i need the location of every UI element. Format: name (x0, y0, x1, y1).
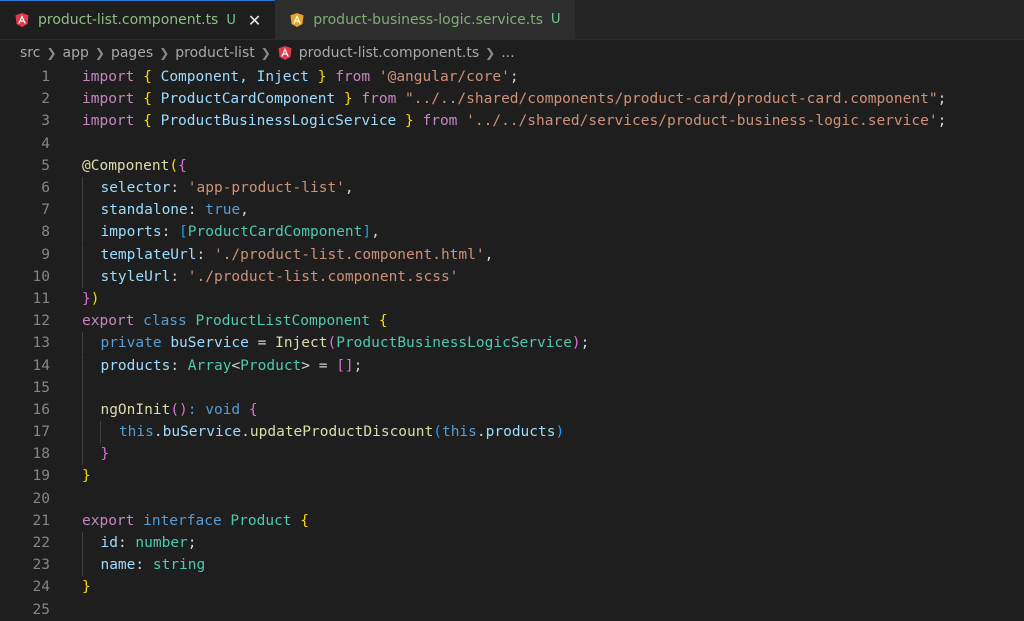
code-line: 18 } (0, 443, 1024, 466)
line-number: 20 (32, 490, 50, 507)
code-line: 16 ngOnInit(): void { (0, 398, 1024, 421)
breadcrumb-file[interactable]: product-list.component.ts (277, 45, 479, 61)
tab-label: product-list.component.ts (38, 12, 219, 28)
tab-product-business-logic-service[interactable]: product-business-logic.service.ts U (275, 0, 575, 39)
line-number: 7 (41, 202, 50, 219)
line-number: 14 (32, 357, 50, 374)
angular-icon (278, 46, 292, 60)
breadcrumb-src[interactable]: src (20, 45, 40, 61)
code-line: 5 @Component({ (0, 155, 1024, 177)
line-number: 4 (41, 135, 50, 152)
code-line: 14 products: Array<Product> = []; (0, 354, 1024, 377)
line-number: 18 (32, 446, 50, 463)
code-text: imports: [ProductCardComponent], (82, 221, 380, 244)
code-line: 13 private buService = Inject(ProductBus… (0, 332, 1024, 355)
code-line: 21 export interface Product { (0, 510, 1024, 532)
code-line: 24} (0, 576, 1024, 598)
breadcrumb-pages[interactable]: pages (111, 45, 153, 61)
code-text: import { ProductCardComponent } from "..… (82, 91, 947, 108)
line-number: 22 (32, 535, 50, 552)
code-line: 17 this.buService.updateProductDiscount(… (0, 421, 1024, 444)
line-number: 12 (32, 313, 50, 330)
code-line: 12 export class ProductListComponent { (0, 310, 1024, 332)
breadcrumb-file-label: product-list.component.ts (298, 45, 480, 61)
code-line: 7 standalone: true, (0, 199, 1024, 222)
line-number: 24 (32, 579, 50, 596)
code-line: 8 imports: [ProductCardComponent], (0, 221, 1024, 244)
angular-icon (15, 13, 29, 27)
line-number: 13 (32, 335, 50, 352)
line-number: 1 (41, 69, 50, 86)
code-text: name: string (82, 554, 205, 577)
chevron-right-icon: ❯ (159, 46, 170, 60)
code-text: id: number; (82, 532, 197, 555)
line-number: 3 (41, 113, 50, 130)
code-text: templateUrl: './product-list.component.h… (82, 243, 493, 266)
code-line: 25 (0, 599, 1024, 621)
line-number: 10 (32, 268, 50, 285)
line-number: 8 (41, 224, 50, 241)
code-text: this.buService.updateProductDiscount(thi… (82, 421, 564, 444)
code-text: standalone: true, (82, 199, 249, 222)
code-line: 2 import { ProductCardComponent } from ".… (0, 88, 1024, 110)
code-text: selector: 'app-product-list', (82, 177, 354, 200)
code-text (82, 376, 83, 399)
line-number: 25 (32, 601, 50, 618)
angular-icon (290, 12, 304, 27)
code-text: }) (82, 290, 100, 307)
code-text: styleUrl: './product-list.component.scss… (82, 265, 458, 288)
code-line: 6 selector: 'app-product-list', (0, 177, 1024, 200)
line-number: 16 (32, 401, 50, 418)
code-text: } (82, 443, 109, 466)
code-line: 20 (0, 488, 1024, 510)
code-line: 11}) (0, 288, 1024, 310)
breadcrumb-app[interactable]: app (63, 45, 89, 61)
line-number: 11 (32, 290, 50, 307)
code-text: ngOnInit(): void { (82, 398, 258, 421)
code-text: } (82, 579, 91, 596)
line-number: 17 (32, 424, 50, 441)
untracked-badge: U (551, 12, 561, 27)
chevron-right-icon: ❯ (485, 46, 496, 60)
tab-label: product-business-logic.service.ts (313, 11, 544, 28)
breadcrumb-product-list[interactable]: product-list (175, 45, 254, 61)
line-number: 6 (41, 180, 50, 197)
line-number: 21 (32, 512, 50, 529)
line-number: 23 (32, 557, 50, 574)
code-line: 9 templateUrl: './product-list.component… (0, 243, 1024, 266)
line-number: 19 (32, 468, 50, 485)
code-line: 3 import { ProductBusinessLogicService } … (0, 110, 1024, 132)
code-line: 23 name: string (0, 554, 1024, 577)
code-line: 4 (0, 133, 1024, 155)
code-line: 10 styleUrl: './product-list.component.s… (0, 265, 1024, 288)
code-editor[interactable]: 1 import { Component, Inject } from '@ang… (0, 66, 1024, 621)
code-text: products: Array<Product> = []; (82, 354, 362, 377)
code-text: import { ProductBusinessLogicService } f… (82, 113, 947, 130)
untracked-badge: U (226, 12, 236, 28)
chevron-right-icon: ❯ (46, 46, 57, 60)
line-number: 5 (41, 157, 50, 174)
chevron-right-icon: ❯ (94, 46, 105, 60)
editor-tab-bar: product-list.component.ts U ✕ product-bu… (0, 0, 1024, 40)
code-line: 1 import { Component, Inject } from '@ang… (0, 66, 1024, 88)
breadcrumb-more[interactable]: ... (501, 45, 514, 61)
tab-product-list-component[interactable]: product-list.component.ts U ✕ (0, 0, 276, 39)
line-number: 9 (41, 246, 50, 263)
code-line: 15 (0, 376, 1024, 399)
breadcrumb: src ❯ app ❯ pages ❯ product-list ❯ product-l… (0, 40, 1024, 66)
close-icon[interactable]: ✕ (248, 11, 261, 30)
code-text: } (82, 468, 91, 485)
code-text: @Component({ (82, 157, 187, 174)
code-text: private buService = Inject(ProductBusine… (82, 332, 589, 355)
line-number: 15 (32, 379, 50, 396)
line-number: 2 (41, 91, 50, 108)
code-line: 22 id: number; (0, 532, 1024, 555)
code-line: 19} (0, 465, 1024, 487)
code-text: import { Component, Inject } from '@angu… (82, 69, 519, 86)
chevron-right-icon: ❯ (260, 46, 271, 60)
code-text: export class ProductListComponent { (82, 313, 388, 330)
code-text: export interface Product { (82, 512, 309, 529)
